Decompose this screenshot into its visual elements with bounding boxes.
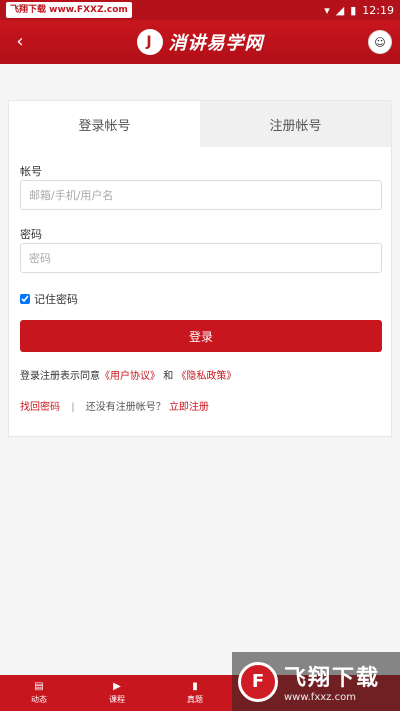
watermark-url: www.fxxz.com (284, 692, 356, 703)
agreement-text: 登录注册表示同意《用户协议》 和 《隐私政策》 (20, 367, 236, 382)
tab-bar-label: 真题 (187, 694, 203, 704)
watermark-text: 飞翔下载 www.FXXZ.com (6, 2, 132, 18)
video-icon: ▶ (113, 680, 121, 692)
watermark-title: 飞翔下载 (284, 666, 381, 691)
account-label: 帐号 (20, 165, 42, 178)
news-icon: ▤ (34, 680, 44, 692)
chevron-left-icon: ‹ (16, 31, 24, 52)
auth-tabs: 登录帐号 注册帐号 (9, 101, 391, 147)
login-card: 登录帐号 注册帐号 帐号 密码 记住密码 登录 登录注册表示同意《用户协议》 和… (8, 100, 392, 437)
tab-bar-item-exams[interactable]: ▮ 真题 (156, 675, 234, 711)
tab-bar-item-news[interactable]: ▤ 动态 (0, 675, 78, 711)
remember-checkbox[interactable] (20, 294, 30, 304)
user-agreement-link[interactable]: 《用户协议》 (100, 371, 160, 382)
register-now-link[interactable]: 立即注册 (169, 402, 209, 413)
bottom-links: 找回密码 | 还没有注册帐号？ 立即注册 (20, 398, 209, 413)
book-icon: ▮ (192, 680, 198, 692)
agreement-and: 和 (163, 371, 174, 382)
brand-name: 消讲易学网 (168, 33, 264, 54)
tab-register[interactable]: 注册帐号 (200, 101, 391, 147)
tab-bar-label: 动态 (31, 694, 47, 704)
password-input[interactable] (20, 243, 382, 273)
forgot-password-link[interactable]: 找回密码 (20, 402, 60, 413)
avatar[interactable]: ☺ (368, 30, 392, 54)
password-label: 密码 (20, 228, 42, 241)
wifi-icon: ▾ (324, 3, 330, 17)
tab-login[interactable]: 登录帐号 (9, 101, 200, 147)
app-bar: ‹ J 消讲易学网 ☺ (0, 20, 400, 64)
back-button[interactable]: ‹ (8, 30, 32, 54)
login-button[interactable]: 登录 (20, 320, 382, 352)
privacy-policy-link[interactable]: 《隐私政策》 (176, 371, 236, 382)
avatar-icon: ☺ (374, 35, 386, 49)
brand: J 消讲易学网 (136, 29, 264, 55)
signal-icon: ◢ (335, 3, 345, 17)
remember-password[interactable]: 记住密码 (20, 291, 78, 307)
watermark-text-block: 飞翔下载 www.fxxz.com (284, 660, 380, 703)
system-icons: ▾ ◢ ▮ 12:19 (324, 4, 394, 17)
agreement-prefix: 登录注册表示同意 (20, 371, 100, 382)
clock: 12:19 (362, 3, 394, 17)
no-account-text: 还没有注册帐号？ (85, 402, 166, 413)
remember-label: 记住密码 (34, 293, 78, 306)
tab-bar-item-courses[interactable]: ▶ 课程 (78, 675, 156, 711)
watermark-logo-icon: F (238, 661, 278, 702)
separator: | (71, 402, 75, 413)
watermark-overlay: F 飞翔下载 www.fxxz.com (232, 652, 400, 711)
account-input[interactable] (20, 180, 382, 210)
battery-icon: ▮ (350, 3, 357, 17)
status-bar: 飞翔下载 www.FXXZ.com ▾ ◢ ▮ 12:19 (0, 0, 400, 20)
tab-bar-label: 课程 (109, 694, 125, 704)
brand-logo-icon: J (136, 29, 163, 55)
